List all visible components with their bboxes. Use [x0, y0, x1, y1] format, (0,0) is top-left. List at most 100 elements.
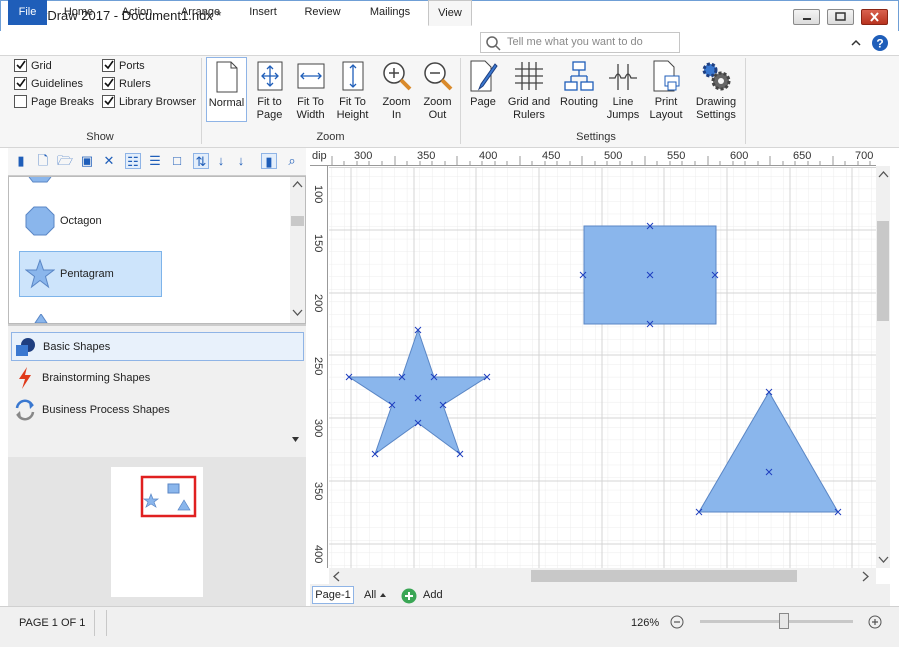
zoom-out-button[interactable]: Zoom Out [417, 57, 458, 122]
scroll-up-icon[interactable] [292, 180, 303, 188]
scroll-up-icon[interactable] [878, 170, 889, 178]
library-browser-label: Library Browser [119, 96, 197, 108]
line-jumps-icon [609, 64, 637, 90]
close-library-icon[interactable]: ✕ [101, 153, 117, 169]
pentagram-icon [25, 259, 55, 289]
library-basic-shapes[interactable]: Basic Shapes [11, 332, 304, 361]
tab-insert[interactable]: Insert [241, 0, 285, 25]
sort-ascending-icon[interactable]: ↓ [213, 153, 229, 169]
shapes-scrollbar[interactable] [290, 177, 305, 323]
search-placeholder: Tell me what you want to do [507, 36, 643, 48]
drawing-settings-button[interactable]: Drawing Settings [692, 57, 740, 122]
library-business-process-shapes[interactable]: Business Process Shapes [11, 396, 304, 424]
shape-item-octagon[interactable]: Octagon [19, 199, 162, 243]
list-view-icon[interactable]: ☰ [147, 153, 163, 169]
tell-me-search[interactable]: Tell me what you want to do [480, 32, 680, 53]
tab-mailings[interactable]: Mailings [362, 0, 418, 25]
library-panel-icon[interactable]: ▮ [261, 153, 277, 169]
canvas-horizontal-scrollbar[interactable] [329, 568, 876, 584]
library-book-icon[interactable]: ▮ [13, 153, 29, 169]
canvas-vertical-scrollbar[interactable] [876, 166, 890, 568]
partial-shape-icon [34, 314, 48, 323]
scroll-left-icon[interactable] [332, 571, 340, 582]
octagon-icon [25, 206, 55, 236]
zoom-in-small-icon[interactable] [868, 615, 882, 629]
zoom-out-icon [423, 62, 452, 91]
help-icon[interactable]: ? [871, 34, 889, 52]
sort-descending-icon[interactable]: ↓ [233, 153, 249, 169]
tab-review[interactable]: Review [297, 0, 348, 25]
tab-home[interactable]: Home [57, 0, 100, 25]
drawing-page[interactable] [329, 167, 876, 568]
fit-to-page-icon [257, 61, 282, 91]
maximize-button[interactable] [827, 9, 854, 25]
scroll-right-icon[interactable] [862, 571, 870, 582]
page-count-status: PAGE 1 OF 1 [19, 617, 86, 629]
minimize-button[interactable] [793, 9, 820, 25]
dropdown-arrow-icon[interactable] [291, 435, 300, 444]
shape-item-pentagram[interactable]: Pentagram [19, 251, 162, 297]
fit-to-width-button[interactable]: Fit To Width [290, 57, 331, 122]
zoom-slider-thumb[interactable] [779, 613, 790, 629]
new-library-icon[interactable]: 🗋 [35, 153, 51, 169]
fit-to-page-button[interactable]: Fit to Page [249, 57, 290, 122]
preview-page[interactable] [111, 467, 203, 597]
fit-to-height-button[interactable]: Fit To Height [332, 57, 373, 122]
page-tab-page-1[interactable]: Page-1 [312, 586, 354, 604]
scroll-down-icon[interactable] [292, 309, 303, 317]
open-library-icon[interactable]: 🗁 [57, 153, 73, 169]
search-icon [486, 36, 501, 51]
status-bar [0, 606, 899, 647]
basic-shapes-icon [16, 338, 35, 356]
zoom-out-small-icon[interactable] [670, 615, 684, 629]
library-browser-checkbox[interactable] [102, 95, 115, 108]
octagon-label: Octagon [60, 215, 102, 227]
grid-and-rulers-button[interactable]: Grid and Rulers [505, 57, 553, 122]
line-jumps-button[interactable]: Line Jumps [603, 57, 643, 122]
page-settings-button[interactable]: Page [463, 57, 503, 122]
gears-icon [702, 62, 731, 91]
routing-button[interactable]: Routing [557, 57, 601, 122]
zoom-group-label: Zoom [316, 131, 345, 143]
page-breaks-checkbox[interactable] [14, 95, 27, 108]
check-icon [104, 78, 114, 88]
horizontal-scroll-thumb[interactable] [531, 570, 797, 582]
tab-view[interactable]: View [428, 0, 472, 26]
status-separator [106, 610, 107, 636]
icons-view-icon[interactable]: □ [169, 153, 185, 169]
close-icon [870, 12, 879, 22]
collapse-ribbon-icon[interactable] [849, 36, 863, 50]
sort-icon[interactable]: ⇅ [193, 153, 209, 169]
scroll-down-icon[interactable] [878, 556, 889, 564]
grid-checkbox[interactable] [14, 59, 27, 72]
maximize-icon [835, 12, 846, 21]
close-button[interactable] [861, 9, 888, 25]
tab-action[interactable]: Action [113, 0, 161, 25]
page-label: Page [470, 96, 496, 108]
tab-file[interactable]: File [8, 0, 47, 25]
normal-label: Normal [208, 97, 245, 109]
print-layout-icon [653, 60, 680, 92]
normal-zoom-button[interactable]: Normal [206, 57, 247, 122]
drawing-surface[interactable] [329, 167, 876, 568]
ports-checkbox[interactable] [102, 59, 115, 72]
shapes-scroll-thumb[interactable] [291, 216, 304, 226]
zoom-in-button[interactable]: Zoom In [376, 57, 417, 122]
print-layout-button[interactable]: Print Layout [646, 57, 686, 122]
rulers-checkbox[interactable] [102, 77, 115, 90]
routing-label: Routing [560, 96, 598, 108]
guidelines-checkbox[interactable] [14, 77, 27, 90]
add-page-button[interactable]: Add [401, 587, 451, 605]
vertical-scroll-thumb[interactable] [877, 221, 889, 321]
icons-and-names-view-icon[interactable]: ☷ [125, 153, 141, 169]
print-layout-label-2: Layout [649, 109, 683, 121]
settings-group-label: Settings [576, 131, 616, 143]
zoom-slider-track[interactable] [700, 613, 853, 629]
library-brainstorming-shapes[interactable]: Brainstorming Shapes [11, 364, 304, 392]
fit-to-page-label-2: Page [256, 109, 283, 121]
tab-arrange[interactable]: Arrange [173, 0, 228, 25]
save-library-icon[interactable]: ▣ [79, 153, 95, 169]
search-shapes-icon[interactable]: ⌕ [284, 153, 300, 169]
all-pages-menu[interactable]: All [364, 589, 387, 601]
partial-shape-icon [28, 177, 52, 183]
